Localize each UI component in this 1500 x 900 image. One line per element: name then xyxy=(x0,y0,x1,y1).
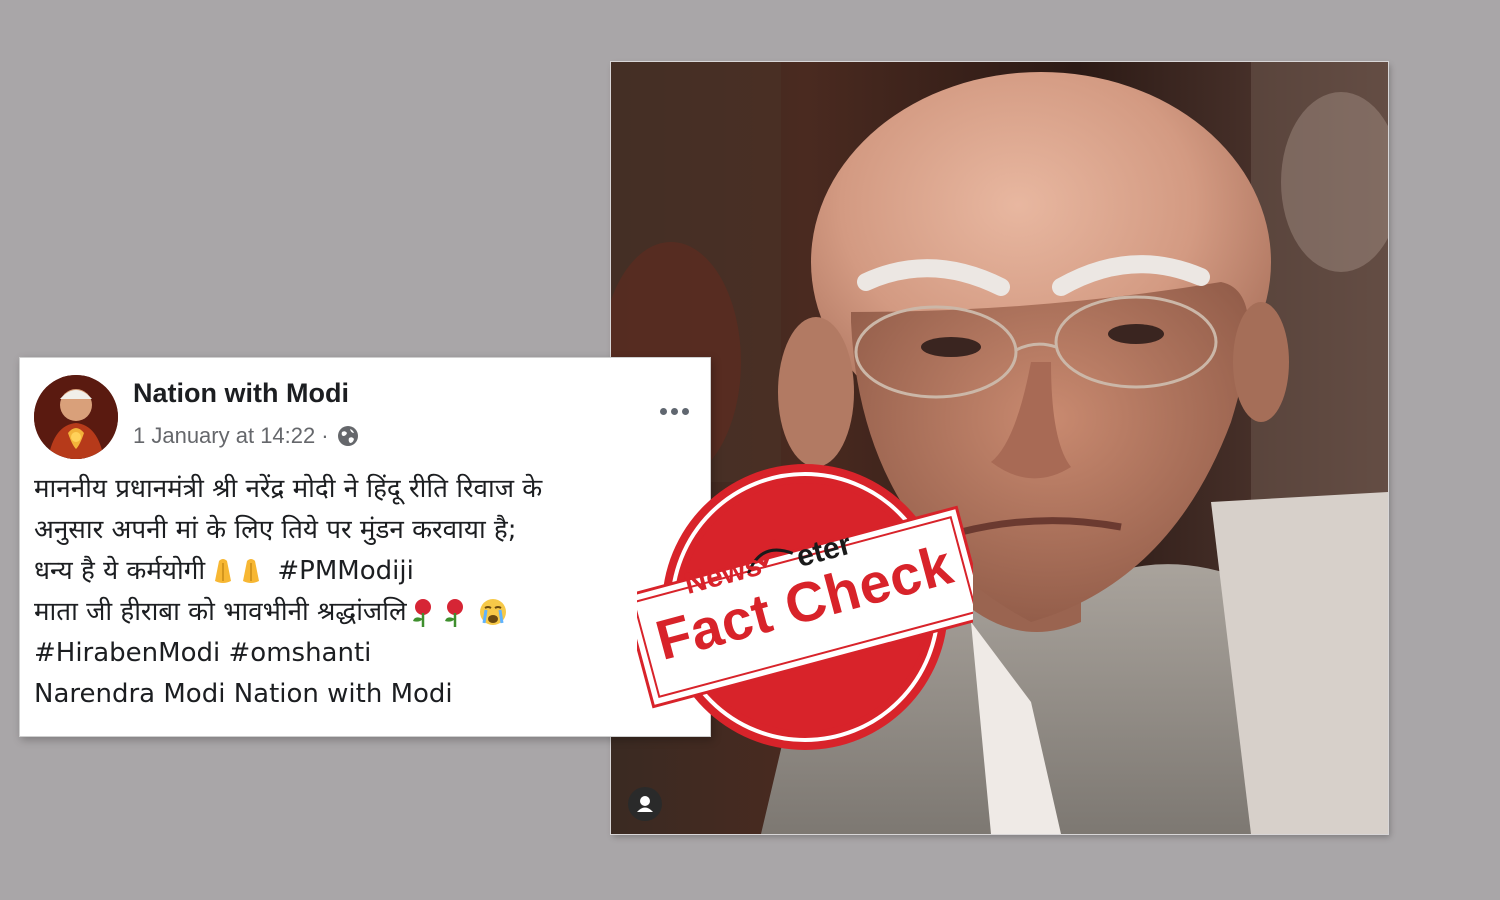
post-line-1: माननीय प्रधानमंत्री श्री नरेंद्र मोदी ने… xyxy=(34,474,543,504)
globe-icon[interactable] xyxy=(336,424,360,448)
meta-separator: · xyxy=(321,423,329,448)
stamp-text: News eter Fact Check xyxy=(637,462,973,752)
folded-hands-emoji xyxy=(209,551,269,592)
avatar[interactable] xyxy=(34,375,118,459)
post-line-5: #HirabenModi #omshanti xyxy=(34,633,702,674)
fact-check-stamp: News eter Fact Check xyxy=(622,462,988,752)
mention-narendra-modi[interactable]: Narendra Modi xyxy=(34,679,225,709)
mention-nation-with-modi[interactable]: Nation with Modi xyxy=(234,679,453,709)
more-options-icon[interactable] xyxy=(653,398,695,424)
hashtag-pmmodiji[interactable]: #PMModiji xyxy=(277,556,413,586)
post-body: माननीय प्रधानमंत्री श्री नरेंद्र मोदी ने… xyxy=(34,469,702,715)
rose-emoji xyxy=(411,592,521,633)
hashtag-omshanti[interactable]: #omshanti xyxy=(229,638,372,668)
post-line-2: अनुसार अपनी मां के लिए तिये पर मुंडन करव… xyxy=(34,515,517,545)
post-meta: 1 January at 14:22 · xyxy=(133,421,360,451)
user-tag-icon[interactable] xyxy=(628,787,662,821)
facebook-post-card: Nation with Modi 1 January at 14:22 · मा… xyxy=(19,357,711,737)
post-line-4: माता जी हीराबा को भावभीनी श्रद्धांजलि xyxy=(34,592,702,633)
post-line-6: Narendra Modi Nation with Modi xyxy=(34,674,702,715)
post-line-3-text: धन्य है ये कर्मयोगी xyxy=(34,556,206,586)
post-timestamp[interactable]: 1 January at 14:22 xyxy=(133,423,315,449)
post-line-3: धन्य है ये कर्मयोगी #PMModiji xyxy=(34,551,702,592)
hashtag-hirabenmodi[interactable]: #HirabenModi xyxy=(34,638,220,668)
post-line-4-text: माता जी हीराबा को भावभीनी श्रद्धांजलि xyxy=(34,597,407,627)
author-name[interactable]: Nation with Modi xyxy=(133,378,349,409)
